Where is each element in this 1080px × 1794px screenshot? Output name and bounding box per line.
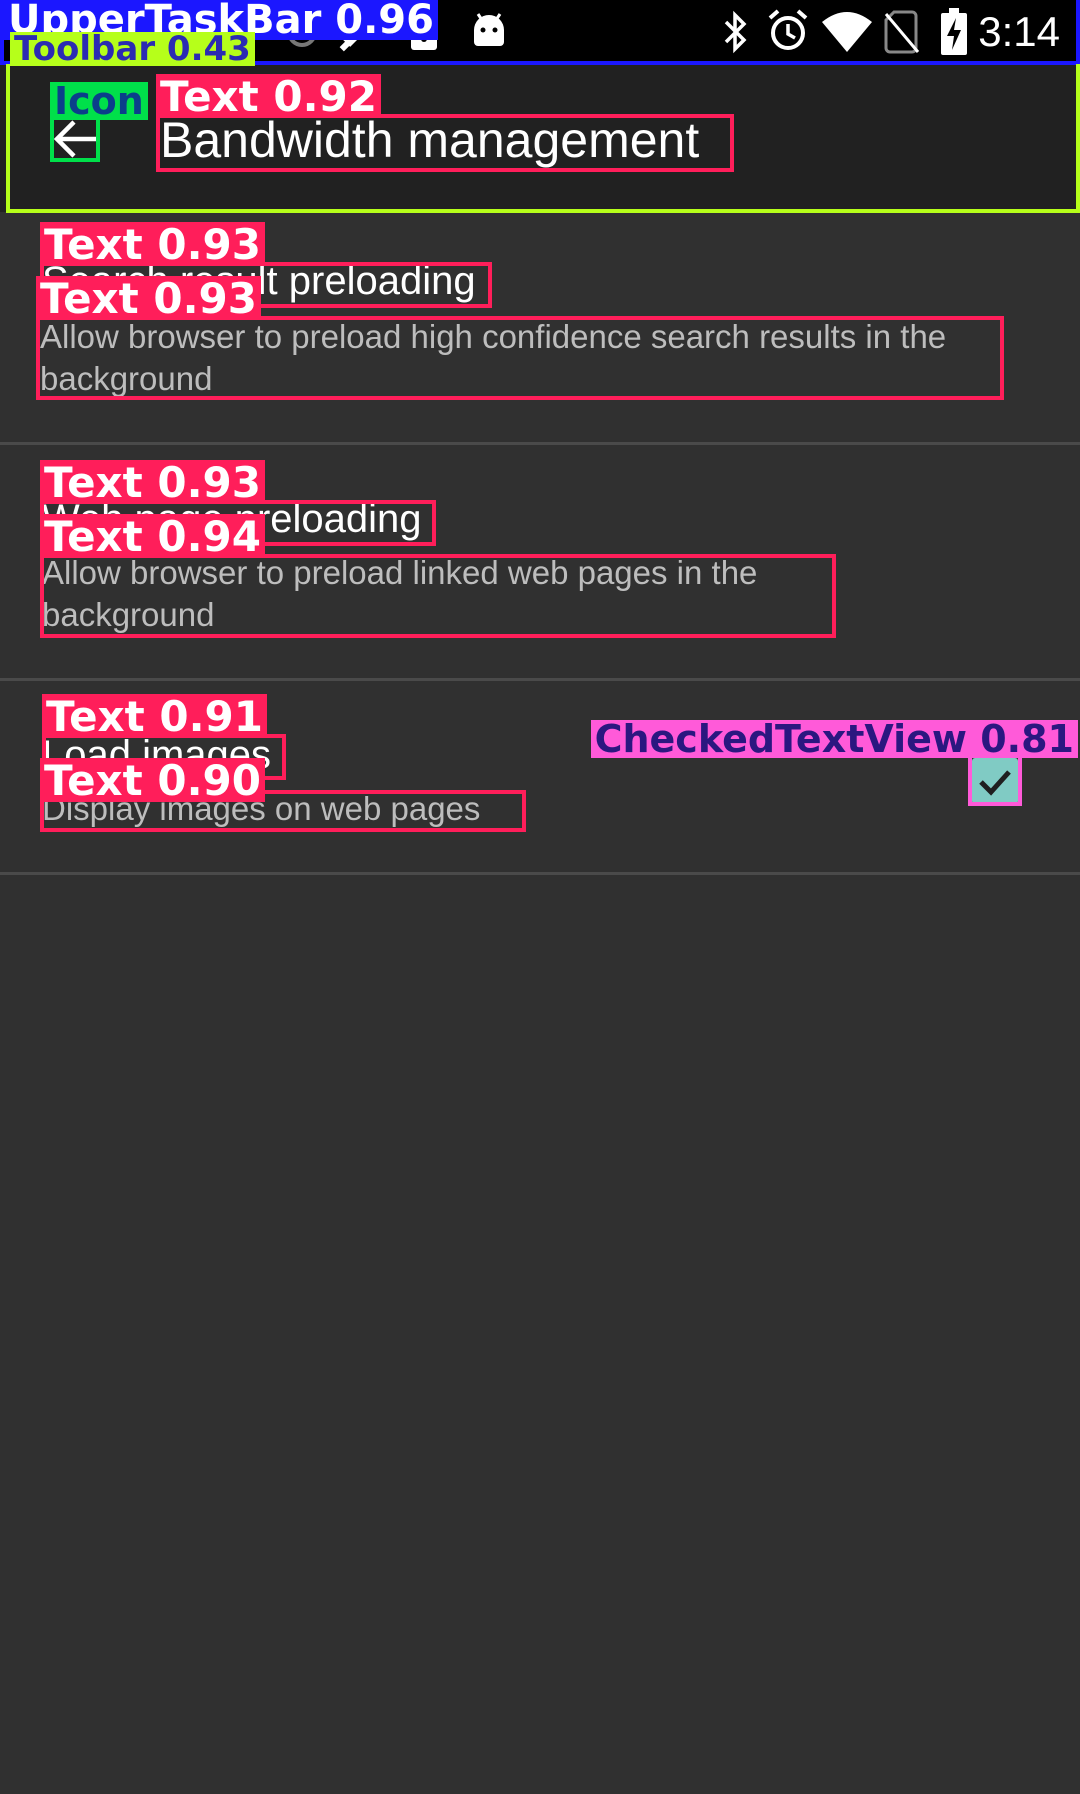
divider (0, 442, 1080, 445)
divider (0, 872, 1080, 875)
annotation-pref1-summary: Text 0.93 (36, 276, 1004, 400)
annotation-label: Toolbar 0.43 (10, 32, 255, 66)
annotation-label: Icon (50, 82, 148, 120)
annotation-label: Text 0.92 (156, 74, 381, 118)
screen: 3:14 Bandwidth management Search result … (0, 0, 1080, 1794)
annotation-label: Text 0.90 (40, 758, 265, 802)
annotation-icon: Icon (50, 82, 148, 162)
annotation-label: Text 0.93 (40, 460, 265, 504)
annotation-label: Text 0.94 (40, 514, 265, 558)
annotation-label: Text 0.91 (42, 694, 267, 738)
annotation-pref3-summary: Text 0.90 (40, 758, 526, 832)
annotation-checked-text-view: CheckedTextView 0.81 (590, 720, 1078, 806)
annotation-label: CheckedTextView 0.81 (590, 720, 1078, 758)
annotation-label: Text 0.93 (36, 276, 261, 320)
annotation-title-text: Text 0.92 (156, 74, 734, 172)
annotation-pref2-summary: Text 0.94 (40, 514, 836, 638)
annotation-label: Text 0.93 (40, 222, 265, 266)
divider (0, 678, 1080, 681)
